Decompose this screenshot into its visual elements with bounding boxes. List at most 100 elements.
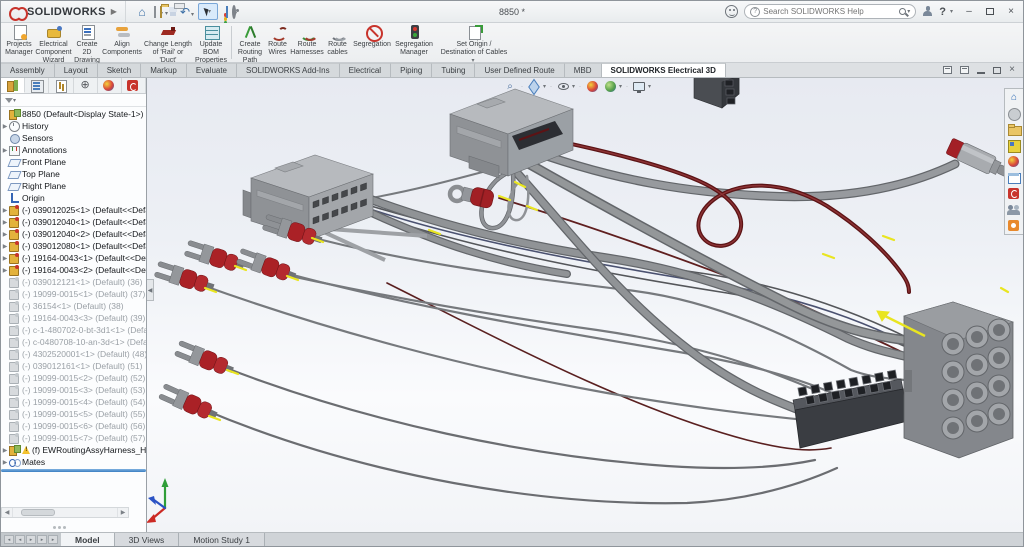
- electrical-manager-tab[interactable]: [122, 78, 146, 93]
- tree-item[interactable]: Sensors: [1, 132, 146, 144]
- open-icon[interactable]: ▾: [160, 7, 163, 17]
- tree-item[interactable]: ▶(f) EWRoutingAssyHarness_HB(: [1, 444, 146, 456]
- pane-icon-b[interactable]: [960, 66, 969, 74]
- ribbon-button-length[interactable]: Change Length of 'Rail' or 'Duct': [142, 24, 194, 61]
- search-input[interactable]: [763, 7, 896, 16]
- bottom-tab-motion-study-1[interactable]: Motion Study 1: [179, 533, 265, 546]
- property-manager-tab[interactable]: [25, 78, 49, 93]
- tree-item[interactable]: (-) 19099-0015<6> (Default) (56): [1, 420, 146, 432]
- search-icon[interactable]: [899, 8, 906, 15]
- panel-collapse-arrow[interactable]: ◀: [147, 279, 154, 301]
- tree-item[interactable]: (-) 19099-0015<5> (Default) (55): [1, 408, 146, 420]
- help-caret-icon[interactable]: ▾: [950, 8, 953, 15]
- feedback-icon[interactable]: [725, 5, 738, 18]
- tree-item[interactable]: (-) c-1-480702-0-bt-3d1<1> (Default: [1, 324, 146, 336]
- ribbon-button-align[interactable]: Align Components: [102, 24, 142, 61]
- tree-item[interactable]: (-) 19164-0043<3> (Default) (39): [1, 312, 146, 324]
- appearances-icon[interactable]: [1007, 155, 1021, 168]
- restore-button[interactable]: [984, 6, 996, 18]
- close-button[interactable]: ×: [1005, 6, 1017, 18]
- command-tab-evaluate[interactable]: Evaluate: [187, 63, 237, 77]
- tree-filter-bar[interactable]: ▾: [1, 94, 146, 107]
- tree-item[interactable]: ▶History: [1, 120, 146, 132]
- view-settings-icon[interactable]: [632, 80, 646, 93]
- pane-icon-a[interactable]: [943, 66, 952, 74]
- user-community-icon[interactable]: [1007, 203, 1021, 216]
- minimize-button[interactable]: –: [963, 6, 975, 18]
- home-icon[interactable]: ⌂: [1007, 91, 1021, 104]
- new-document-icon[interactable]: [154, 7, 156, 17]
- tree-item[interactable]: ▶Annotations: [1, 144, 146, 156]
- tree-item[interactable]: Origin: [1, 192, 146, 204]
- command-tab-tubing[interactable]: Tubing: [432, 63, 475, 77]
- tree-item[interactable]: (-) 19099-0015<4> (Default) (54): [1, 396, 146, 408]
- doc-minimize-icon[interactable]: [977, 72, 985, 74]
- command-tab-markup[interactable]: Markup: [141, 63, 187, 77]
- expand-icon[interactable]: ▶: [1, 243, 9, 250]
- tree-item[interactable]: ▶(-) 19164-0043<1> (Default<<Defau: [1, 252, 146, 264]
- command-tab-user-defined-route[interactable]: User Defined Route: [475, 63, 564, 77]
- tree-item[interactable]: (-) 19099-0015<2> (Default) (52): [1, 372, 146, 384]
- tree-item[interactable]: Right Plane: [1, 180, 146, 192]
- ribbon-button-projects[interactable]: Projects Manager: [3, 24, 35, 61]
- tree-item[interactable]: (-) 19099-0015<7> (Default) (57): [1, 432, 146, 444]
- scroll-thumb[interactable]: [21, 509, 55, 516]
- view-orientation-icon[interactable]: [527, 80, 541, 93]
- ribbon-button-seg[interactable]: Segregation: [351, 24, 393, 61]
- command-tab-mbd[interactable]: MBD: [565, 63, 602, 77]
- tree-item[interactable]: ▶Mates: [1, 456, 146, 468]
- scroll-left-button[interactable]: ◀: [2, 508, 13, 517]
- tree-item[interactable]: (-) 039012121<1> (Default) (36): [1, 276, 146, 288]
- expand-icon[interactable]: ▶: [1, 219, 9, 226]
- zoom-fit-icon[interactable]: ⌕: [503, 80, 517, 93]
- tree-item[interactable]: (-) c-0480708-10-an-3d<1> (Default: [1, 336, 146, 348]
- save-icon-caret[interactable]: ▾: [165, 11, 168, 17]
- design-library-icon[interactable]: [1007, 107, 1021, 120]
- tab-scroll-buttons[interactable]: ◂◂▸▸▸: [1, 533, 61, 546]
- tree-item[interactable]: (-) 36154<1> (Default) (38): [1, 300, 146, 312]
- login-icon[interactable]: [922, 6, 933, 17]
- rollback-bar[interactable]: [1, 469, 146, 472]
- command-tab-solidworks-add-ins[interactable]: SOLIDWORKS Add-Ins: [237, 63, 340, 77]
- view-palette-icon[interactable]: [1007, 139, 1021, 152]
- tree-item[interactable]: ▶(-) 039012040<2> (Default<<Default: [1, 228, 146, 240]
- properties-icon[interactable]: [226, 7, 228, 17]
- save-icon[interactable]: ▾: [167, 7, 168, 17]
- command-tab-piping[interactable]: Piping: [391, 63, 432, 77]
- solidworks-logo[interactable]: SOLIDWORKS ▶: [1, 1, 126, 22]
- select-tool[interactable]: ▾: [198, 3, 218, 20]
- expand-icon[interactable]: ▶: [1, 255, 9, 262]
- command-tab-assembly[interactable]: Assembly: [1, 63, 55, 77]
- expand-icon[interactable]: ▶: [1, 231, 9, 238]
- scene-icon[interactable]: [603, 80, 617, 93]
- tree-item[interactable]: ▶(-) 039012080<1> (Default<<Default: [1, 240, 146, 252]
- bottom-tab-3d-views[interactable]: 3D Views: [115, 533, 180, 546]
- doc-close-icon[interactable]: ×: [1009, 65, 1015, 75]
- tree-item[interactable]: Top Plane: [1, 168, 146, 180]
- doc-restore-icon[interactable]: [993, 67, 1001, 74]
- tree-item[interactable]: (-) 039012161<1> (Default) (51): [1, 360, 146, 372]
- ribbon-button-segman[interactable]: Segregation Manager: [393, 24, 435, 61]
- tree-item[interactable]: ▶(-) 039012040<1> (Default<<Default: [1, 216, 146, 228]
- configuration-manager-tab[interactable]: [49, 78, 73, 93]
- home-icon[interactable]: ⌂: [134, 4, 150, 20]
- expand-icon[interactable]: ▶: [1, 447, 9, 454]
- tree-item[interactable]: 8850 (Default<Display State-1>): [1, 108, 146, 120]
- expand-icon[interactable]: ▶: [1, 147, 9, 154]
- undo-icon[interactable]: ↶▾: [177, 4, 194, 20]
- expand-icon[interactable]: ▶: [1, 459, 9, 466]
- electrical-manager-icon[interactable]: [1007, 187, 1021, 200]
- ribbon-button-wires[interactable]: Route Wires: [265, 24, 290, 61]
- expand-icon[interactable]: ▶: [1, 267, 9, 274]
- ribbon-button-bom[interactable]: Update BOM Properties: [194, 24, 228, 61]
- tree-item[interactable]: ▶(-) 19164-0043<2> (Default<<Defau: [1, 264, 146, 276]
- appearances-icon[interactable]: [585, 80, 599, 93]
- custom-properties-icon[interactable]: [1007, 171, 1021, 184]
- help-button[interactable]: ?: [939, 6, 946, 18]
- feature-manager-tab[interactable]: [1, 78, 25, 93]
- tree-item[interactable]: (-) 19099-0015<1> (Default) (37): [1, 288, 146, 300]
- hide-show-icon[interactable]: [556, 80, 570, 93]
- command-tab-sketch[interactable]: Sketch: [98, 63, 141, 77]
- menu-flyout-icon[interactable]: ▶: [111, 7, 117, 16]
- xpress-products-icon[interactable]: [1007, 219, 1021, 232]
